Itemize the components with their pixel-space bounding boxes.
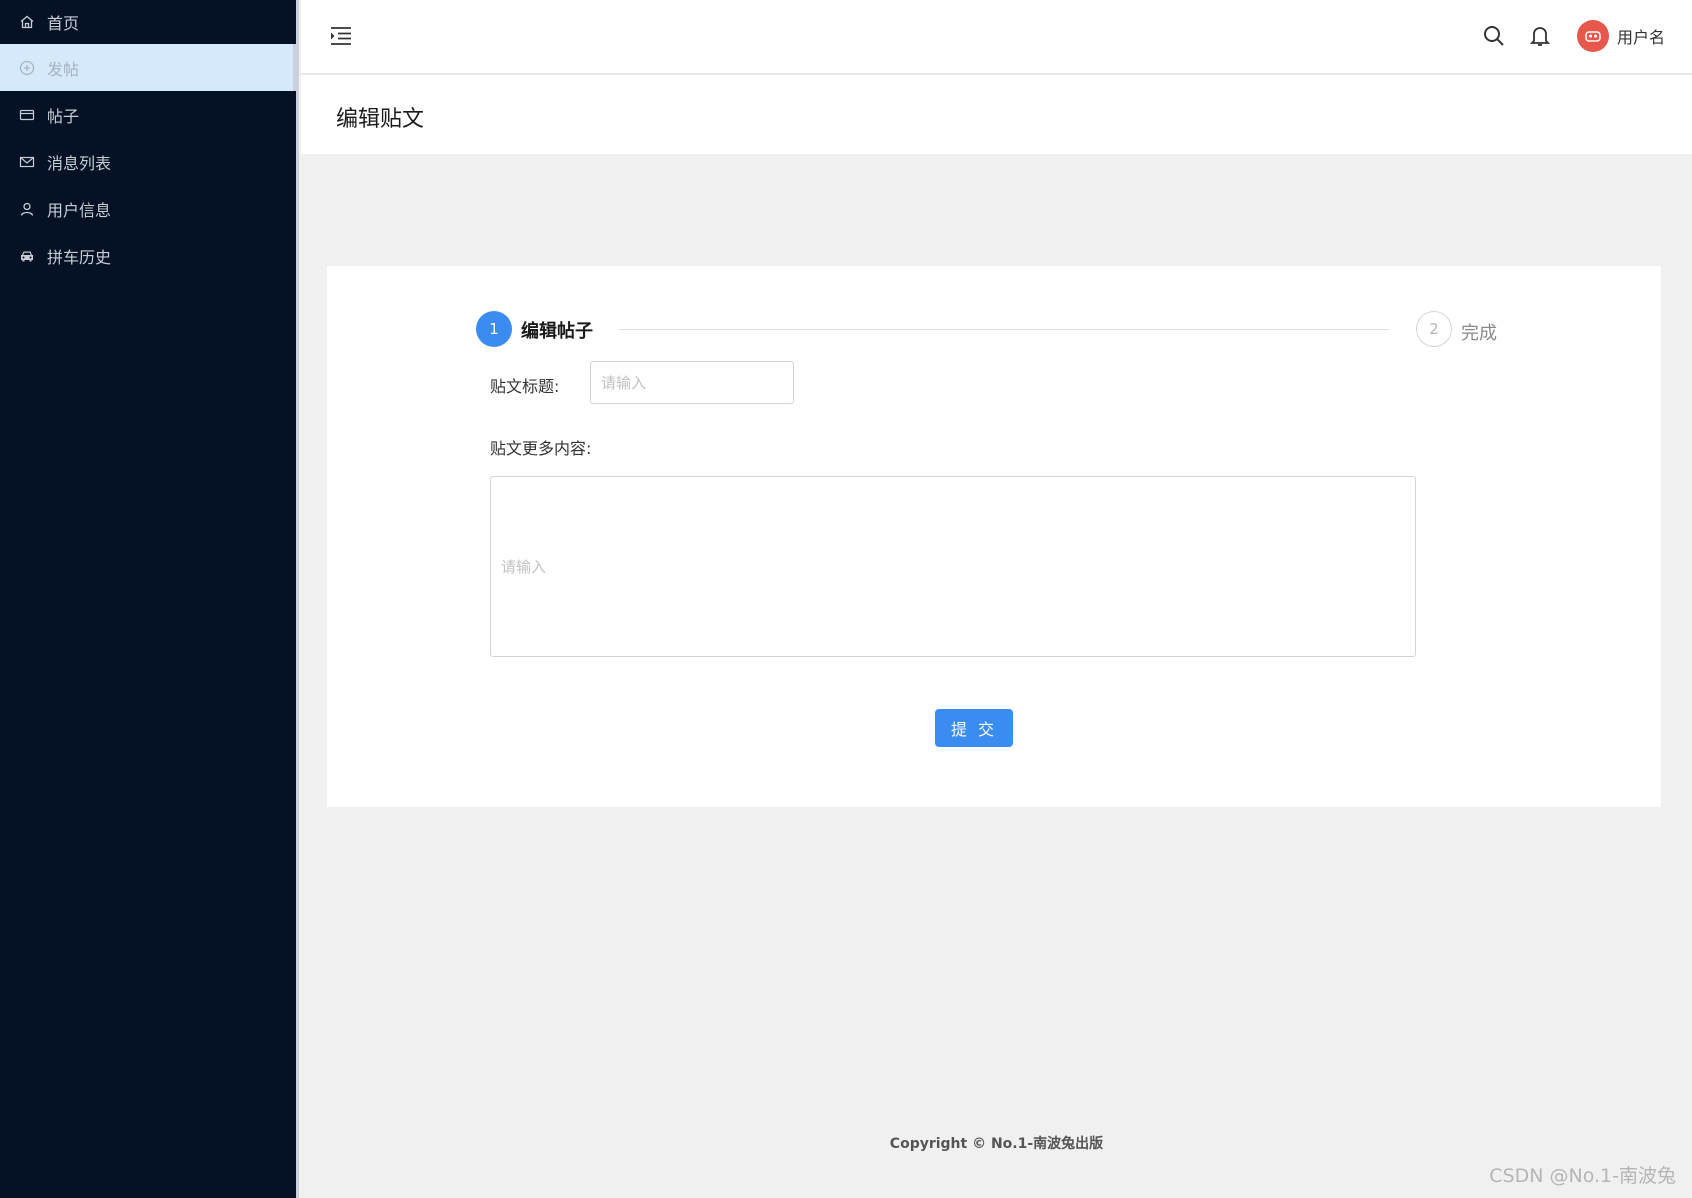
page-title: 编辑贴文 <box>336 107 425 132</box>
avatar[interactable] <box>1576 20 1609 52</box>
sidebar-item-home[interactable]: 首页 <box>0 0 296 44</box>
sidebar-item-label: 消息列表 <box>47 153 112 173</box>
top-header: 用户名 <box>301 0 1692 74</box>
home-icon <box>18 13 36 31</box>
steps: 1 编辑帖子 2 完成 <box>476 311 1500 351</box>
title-label: 贴文标题: <box>490 377 560 396</box>
card-icon <box>18 106 36 124</box>
step-divider <box>619 329 1389 330</box>
form-card: 1 编辑帖子 2 完成 贴文标题: 贴文更多内容: 提 交 <box>327 266 1661 807</box>
plus-circle-icon <box>18 59 36 77</box>
sidebar-item-label: 拼车历史 <box>47 247 112 267</box>
sidebar-item-messages[interactable]: 消息列表 <box>0 138 296 185</box>
watermark: CSDN @No.1-南波兔 <box>1489 1165 1676 1187</box>
header-actions: 用户名 <box>1481 18 1665 54</box>
submit-button[interactable]: 提 交 <box>935 709 1013 747</box>
car-icon <box>18 247 36 265</box>
content-textarea[interactable] <box>490 476 1416 657</box>
sidebar-item-label: 发帖 <box>47 59 80 79</box>
sidebar-item-post[interactable]: 发帖 <box>0 44 299 91</box>
sidebar-item-carpool-history[interactable]: 拼车历史 <box>0 232 296 279</box>
step-1-label: 编辑帖子 <box>521 321 593 342</box>
sidebar: 首页 发帖 帖子 消息列表 用户信息 拼车历史 <box>0 0 299 1198</box>
sidebar-item-label: 用户信息 <box>47 200 112 220</box>
user-icon <box>18 200 36 218</box>
sidebar-item-posts[interactable]: 帖子 <box>0 91 296 138</box>
step-2-label: 完成 <box>1461 323 1497 344</box>
mail-icon <box>18 153 36 171</box>
username[interactable]: 用户名 <box>1617 24 1665 48</box>
sidebar-item-label: 帖子 <box>47 106 80 126</box>
step-1-indicator: 1 <box>476 311 512 347</box>
bell-icon[interactable] <box>1527 23 1553 49</box>
page-header: 编辑贴文 <box>301 75 1692 154</box>
footer-copyright: Copyright © No.1-南波兔出版 <box>889 1136 1104 1152</box>
sidebar-item-user-info[interactable]: 用户信息 <box>0 185 296 232</box>
step-2-indicator: 2 <box>1416 311 1452 347</box>
title-input[interactable] <box>590 361 794 404</box>
sidebar-item-label: 首页 <box>47 14 80 33</box>
content-label: 贴文更多内容: <box>490 439 592 458</box>
menu-collapse-icon[interactable] <box>329 24 353 48</box>
search-icon[interactable] <box>1481 23 1507 49</box>
